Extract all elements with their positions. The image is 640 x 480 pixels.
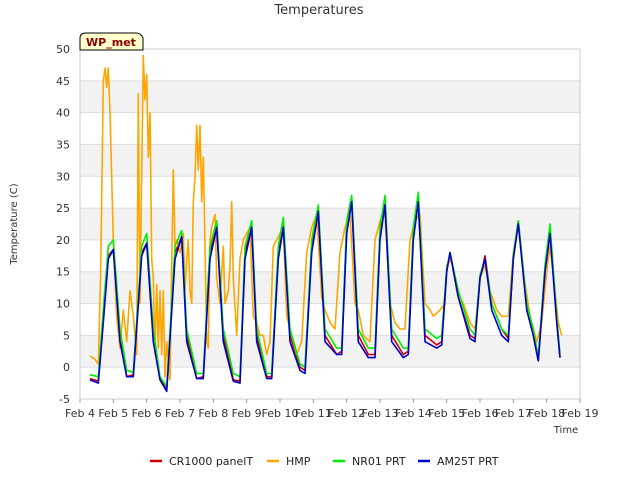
y-tick-label: 30 bbox=[56, 170, 70, 183]
y-axis-label: Temperature (C) bbox=[9, 183, 20, 265]
x-tick-label: Feb 19 bbox=[562, 407, 599, 420]
background-band bbox=[80, 208, 580, 240]
background-band bbox=[80, 271, 580, 304]
legend-label: CR1000 panelT bbox=[169, 455, 253, 468]
background-band bbox=[80, 239, 580, 272]
x-tick-label: Feb 4 bbox=[65, 407, 95, 420]
background-band bbox=[80, 144, 580, 177]
legend: CR1000 panelT HMP NR01 PRT AM25T PRT bbox=[150, 455, 499, 468]
background-band bbox=[80, 112, 580, 145]
legend-label: AM25T PRT bbox=[437, 455, 499, 468]
background-band bbox=[80, 80, 580, 113]
badge-text: WP_met bbox=[86, 36, 136, 49]
x-axis-label: Time bbox=[553, 425, 578, 436]
x-tick-label: Feb 5 bbox=[98, 407, 128, 420]
x-tick-label: Feb 9 bbox=[232, 407, 262, 420]
y-tick-label: 15 bbox=[56, 266, 70, 279]
x-tick-label: Feb 6 bbox=[132, 407, 162, 420]
y-tick-label: 50 bbox=[56, 43, 70, 56]
x-tick-label: Feb 18 bbox=[528, 407, 565, 420]
y-tick-label: 45 bbox=[56, 75, 70, 88]
background-band bbox=[80, 49, 580, 81]
legend-label: NR01 PRT bbox=[352, 455, 406, 468]
legend-label: HMP bbox=[286, 455, 311, 468]
x-axis-ticks: Feb 4 Feb 5 Feb 6 Feb 7 Feb 8 Feb 9 Feb 10Feb … bbox=[65, 399, 598, 420]
x-tick-label: Feb 10 bbox=[262, 407, 299, 420]
y-tick-label: 35 bbox=[56, 138, 70, 151]
station-badge: WP_met bbox=[79, 32, 144, 51]
x-tick-label: Feb 8 bbox=[198, 407, 228, 420]
y-tick-label: 0 bbox=[63, 361, 70, 374]
y-tick-label: 5 bbox=[63, 329, 70, 342]
y-tick-label: 10 bbox=[56, 298, 70, 311]
x-tick-label: Feb 14 bbox=[395, 407, 432, 420]
x-tick-label: Feb 17 bbox=[495, 407, 532, 420]
x-tick-label: Feb 16 bbox=[462, 407, 499, 420]
y-tick-label: 25 bbox=[56, 202, 70, 215]
chart-title: Temperatures bbox=[273, 3, 363, 18]
x-tick-label: Feb 12 bbox=[328, 407, 365, 420]
x-tick-label: Feb 7 bbox=[165, 407, 195, 420]
y-tick-label: 40 bbox=[56, 107, 70, 120]
background-band bbox=[80, 367, 580, 399]
x-tick-label: Feb 15 bbox=[428, 407, 465, 420]
x-tick-label: Feb 11 bbox=[295, 407, 332, 420]
y-axis-ticks: -5 0 5 10 15 20 25 30 35 40 45 50 bbox=[56, 43, 70, 406]
x-tick-label: Feb 13 bbox=[362, 407, 399, 420]
y-tick-label: 20 bbox=[56, 234, 70, 247]
temperature-chart: Temperatures -5 0 5 10 15 20 25 30 35 40 45 50 Feb … bbox=[9, 3, 598, 468]
background-band bbox=[80, 176, 580, 209]
y-tick-label: -5 bbox=[59, 393, 70, 406]
